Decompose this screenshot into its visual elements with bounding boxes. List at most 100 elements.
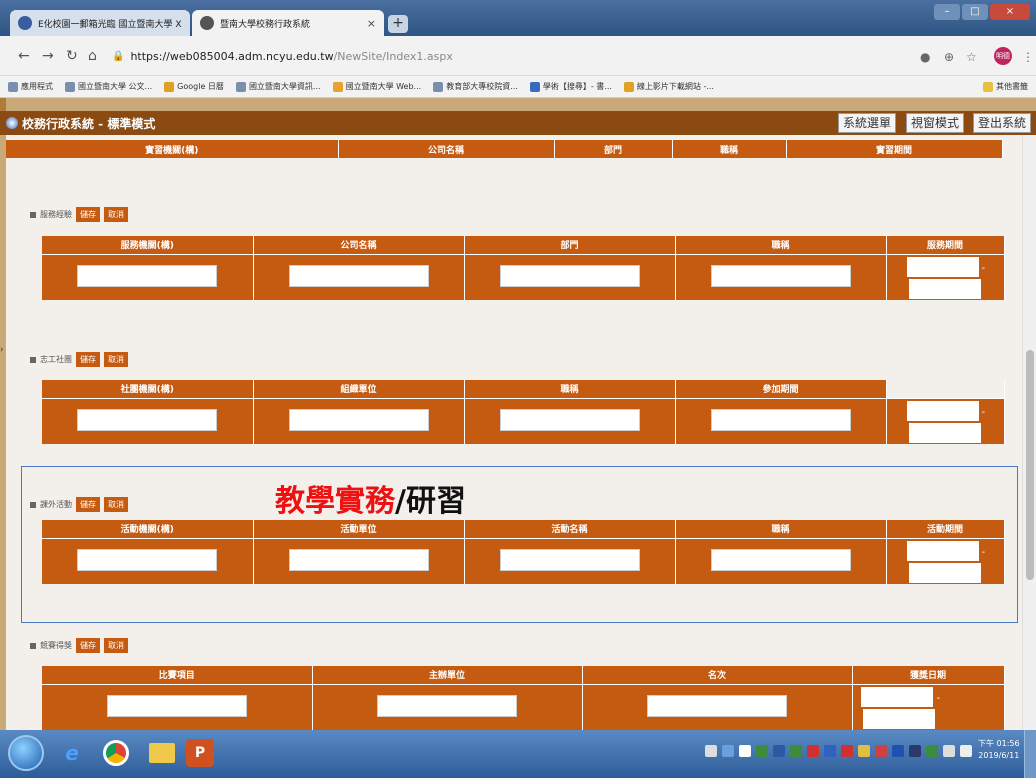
- file-explorer-icon[interactable]: [142, 735, 182, 771]
- zoom-icon[interactable]: ⊕: [944, 50, 954, 64]
- tray-icon[interactable]: [739, 745, 751, 757]
- browser-tab-2[interactable]: 暨南大學校務行政系統 ×: [192, 10, 384, 36]
- column-header: 比賽項目: [42, 666, 313, 684]
- forward-icon[interactable]: →: [42, 48, 54, 64]
- profile-avatar[interactable]: 明德: [994, 47, 1012, 65]
- side-marker-icon: ›: [0, 345, 4, 355]
- bookmark-item[interactable]: Google 日曆: [164, 81, 224, 92]
- lock-icon: 🔒: [112, 50, 125, 62]
- bookmark-icon: [332, 81, 343, 92]
- bookmark-item[interactable]: 國立暨南大學 Web...: [332, 81, 421, 92]
- text-input[interactable]: [710, 264, 851, 287]
- reload-icon[interactable]: ↻: [66, 48, 78, 64]
- tray-icon[interactable]: [858, 745, 870, 757]
- tray-icon[interactable]: [909, 745, 921, 757]
- bookmark-item[interactable]: 教育部大專校院資...: [433, 81, 518, 92]
- column-header: 職稱: [675, 236, 887, 254]
- cancel-button[interactable]: 取消: [104, 352, 128, 367]
- internet-explorer-icon[interactable]: e: [52, 735, 92, 771]
- section-bullet-icon: [30, 356, 36, 363]
- clock-date: 2019/6/11: [978, 751, 1020, 760]
- network-icon[interactable]: [943, 745, 955, 757]
- save-button[interactable]: 儲存: [76, 638, 100, 653]
- menu-icon[interactable]: ⋮: [1022, 50, 1034, 64]
- cancel-button[interactable]: 取消: [104, 207, 128, 222]
- text-input[interactable]: [77, 264, 218, 287]
- back-icon[interactable]: ←: [18, 48, 30, 64]
- tray-icon[interactable]: [705, 745, 717, 757]
- column-header: 獲獎日期: [852, 666, 1005, 684]
- text-input[interactable]: [77, 408, 218, 431]
- volume-icon[interactable]: [960, 745, 972, 757]
- text-input[interactable]: [106, 694, 247, 717]
- bookmark-item[interactable]: 學術【搜尋】- 書...: [529, 81, 612, 92]
- bookmark-icon: [433, 81, 444, 92]
- bookmark-item[interactable]: 應用程式: [8, 81, 53, 92]
- chrome-icon[interactable]: [96, 735, 136, 771]
- column-header: 組織單位: [253, 380, 465, 398]
- window-mode-button[interactable]: 視窗模式: [906, 113, 965, 133]
- close-tab-icon[interactable]: ×: [367, 17, 376, 30]
- save-button[interactable]: 儲存: [76, 207, 100, 222]
- text-input[interactable]: [710, 408, 851, 431]
- page-edge: [0, 98, 6, 111]
- system-menu-button[interactable]: 系統選單: [838, 113, 897, 133]
- text-input[interactable]: [499, 408, 640, 431]
- text-input[interactable]: [647, 694, 787, 717]
- bookmark-item[interactable]: 線上影片下載網站 -...: [623, 81, 714, 92]
- logout-button[interactable]: 登出系統: [973, 113, 1032, 133]
- tray-icon[interactable]: [790, 745, 802, 757]
- cancel-button[interactable]: 取消: [104, 638, 128, 653]
- table-row: -: [42, 397, 1005, 444]
- start-date-input[interactable]: [860, 686, 933, 707]
- clock[interactable]: 下午 01:56 2019/6/11: [978, 738, 1020, 762]
- end-date-input[interactable]: [862, 708, 935, 729]
- start-date-input[interactable]: [906, 256, 979, 277]
- powerpoint-icon[interactable]: P: [186, 739, 214, 767]
- text-input[interactable]: [499, 264, 640, 287]
- text-input[interactable]: [288, 408, 429, 431]
- home-icon[interactable]: ⌂: [88, 48, 97, 64]
- tray-icon[interactable]: [841, 745, 853, 757]
- show-desktop-button[interactable]: [1024, 730, 1036, 778]
- scrollbar-thumb[interactable]: [1026, 350, 1034, 580]
- tray-icon[interactable]: [756, 745, 768, 757]
- end-date-input[interactable]: [908, 278, 981, 299]
- tray-icon[interactable]: [773, 745, 785, 757]
- end-date-input[interactable]: [908, 422, 981, 443]
- column-header: 公司名稱: [253, 236, 465, 254]
- volunteer-club-table: 社團機關(構) 組織單位 職稱 參加期間 -: [42, 380, 1005, 444]
- tray-icon[interactable]: [892, 745, 904, 757]
- bookmark-item[interactable]: 其他書籤: [983, 81, 1028, 92]
- google-icon: [623, 81, 634, 92]
- url-bar[interactable]: 🔒 https://web085004.adm.ncyu.edu.tw/NewS…: [112, 44, 902, 68]
- minimize-button[interactable]: –: [934, 4, 960, 20]
- save-button[interactable]: 儲存: [76, 352, 100, 367]
- tray-icon[interactable]: [824, 745, 836, 757]
- column-header: 參加期間: [675, 380, 887, 398]
- text-input[interactable]: [377, 694, 517, 717]
- tray-icon[interactable]: [875, 745, 887, 757]
- bookmark-item[interactable]: 國立暨南大學 公文...: [65, 81, 152, 92]
- system-tray: [705, 745, 972, 757]
- text-input[interactable]: [288, 264, 429, 287]
- tray-icon[interactable]: [722, 745, 734, 757]
- new-tab-button[interactable]: +: [388, 15, 408, 33]
- table-row: -: [42, 253, 1005, 300]
- bookmark-item[interactable]: 國立暨南大學資訊...: [235, 81, 321, 92]
- window-controls: – □ ×: [934, 4, 1030, 20]
- section-label: 服務經驗: [40, 210, 72, 219]
- column-header: 部門: [464, 236, 676, 254]
- start-date-input[interactable]: [906, 400, 979, 421]
- tray-icon[interactable]: [926, 745, 938, 757]
- close-window-button[interactable]: ×: [990, 4, 1030, 20]
- extension-icon[interactable]: ●: [920, 50, 930, 64]
- browser-tab-1[interactable]: E化校園一郵箱光臨 國立暨南大學 X: [10, 10, 190, 36]
- tray-icon[interactable]: [807, 745, 819, 757]
- maximize-button[interactable]: □: [962, 4, 988, 20]
- bookmark-icon: [235, 81, 246, 92]
- bookmark-star-icon[interactable]: ☆: [966, 50, 977, 64]
- column-header: 主辦單位: [312, 666, 583, 684]
- column-header: 實習機關(構): [6, 140, 339, 158]
- start-button[interactable]: [8, 735, 44, 771]
